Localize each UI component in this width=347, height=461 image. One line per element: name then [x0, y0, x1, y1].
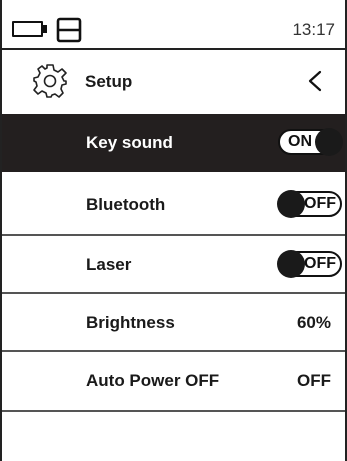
- auto-power-off-value: OFF: [297, 371, 331, 390]
- chevron-left-icon: [308, 70, 322, 92]
- setting-row-key-sound[interactable]: Key sound ON: [2, 114, 345, 172]
- toggle-state-label: OFF: [304, 255, 336, 272]
- page-title: Setup: [85, 72, 133, 91]
- setting-row-laser[interactable]: Laser OFF: [2, 236, 345, 294]
- back-button[interactable]: [303, 66, 327, 96]
- setting-row-auto-power-off[interactable]: Auto Power OFF OFF: [2, 352, 345, 410]
- clock-time: 13:17: [292, 20, 335, 39]
- brightness-value: 60%: [296, 313, 331, 332]
- key-sound-toggle[interactable]: ON: [278, 128, 343, 156]
- setting-label: Bluetooth: [86, 195, 166, 214]
- save-icon: [56, 17, 82, 43]
- status-bar: 13:17: [2, 0, 345, 50]
- setting-label: Key sound: [86, 133, 173, 152]
- toggle-knob: [277, 190, 305, 218]
- toggle-state-label: ON: [288, 133, 312, 150]
- header: Setup: [2, 50, 345, 114]
- battery-icon: [12, 21, 47, 37]
- device-screen: 13:17 Setup Key sound ON Bluetooth OFF L…: [0, 0, 347, 461]
- toggle-state-label: OFF: [304, 195, 336, 212]
- setting-label: Brightness: [86, 313, 175, 332]
- toggle-knob: [277, 250, 305, 278]
- laser-toggle[interactable]: OFF: [277, 250, 342, 278]
- setting-row-brightness[interactable]: Brightness 60%: [2, 294, 345, 352]
- setting-row-bluetooth[interactable]: Bluetooth OFF: [2, 176, 345, 234]
- gear-icon: [33, 64, 67, 98]
- setting-label: Laser: [86, 255, 132, 274]
- bluetooth-toggle[interactable]: OFF: [277, 190, 342, 218]
- toggle-knob: [315, 128, 343, 156]
- setting-label: Auto Power OFF: [86, 371, 220, 390]
- divider: [2, 410, 345, 412]
